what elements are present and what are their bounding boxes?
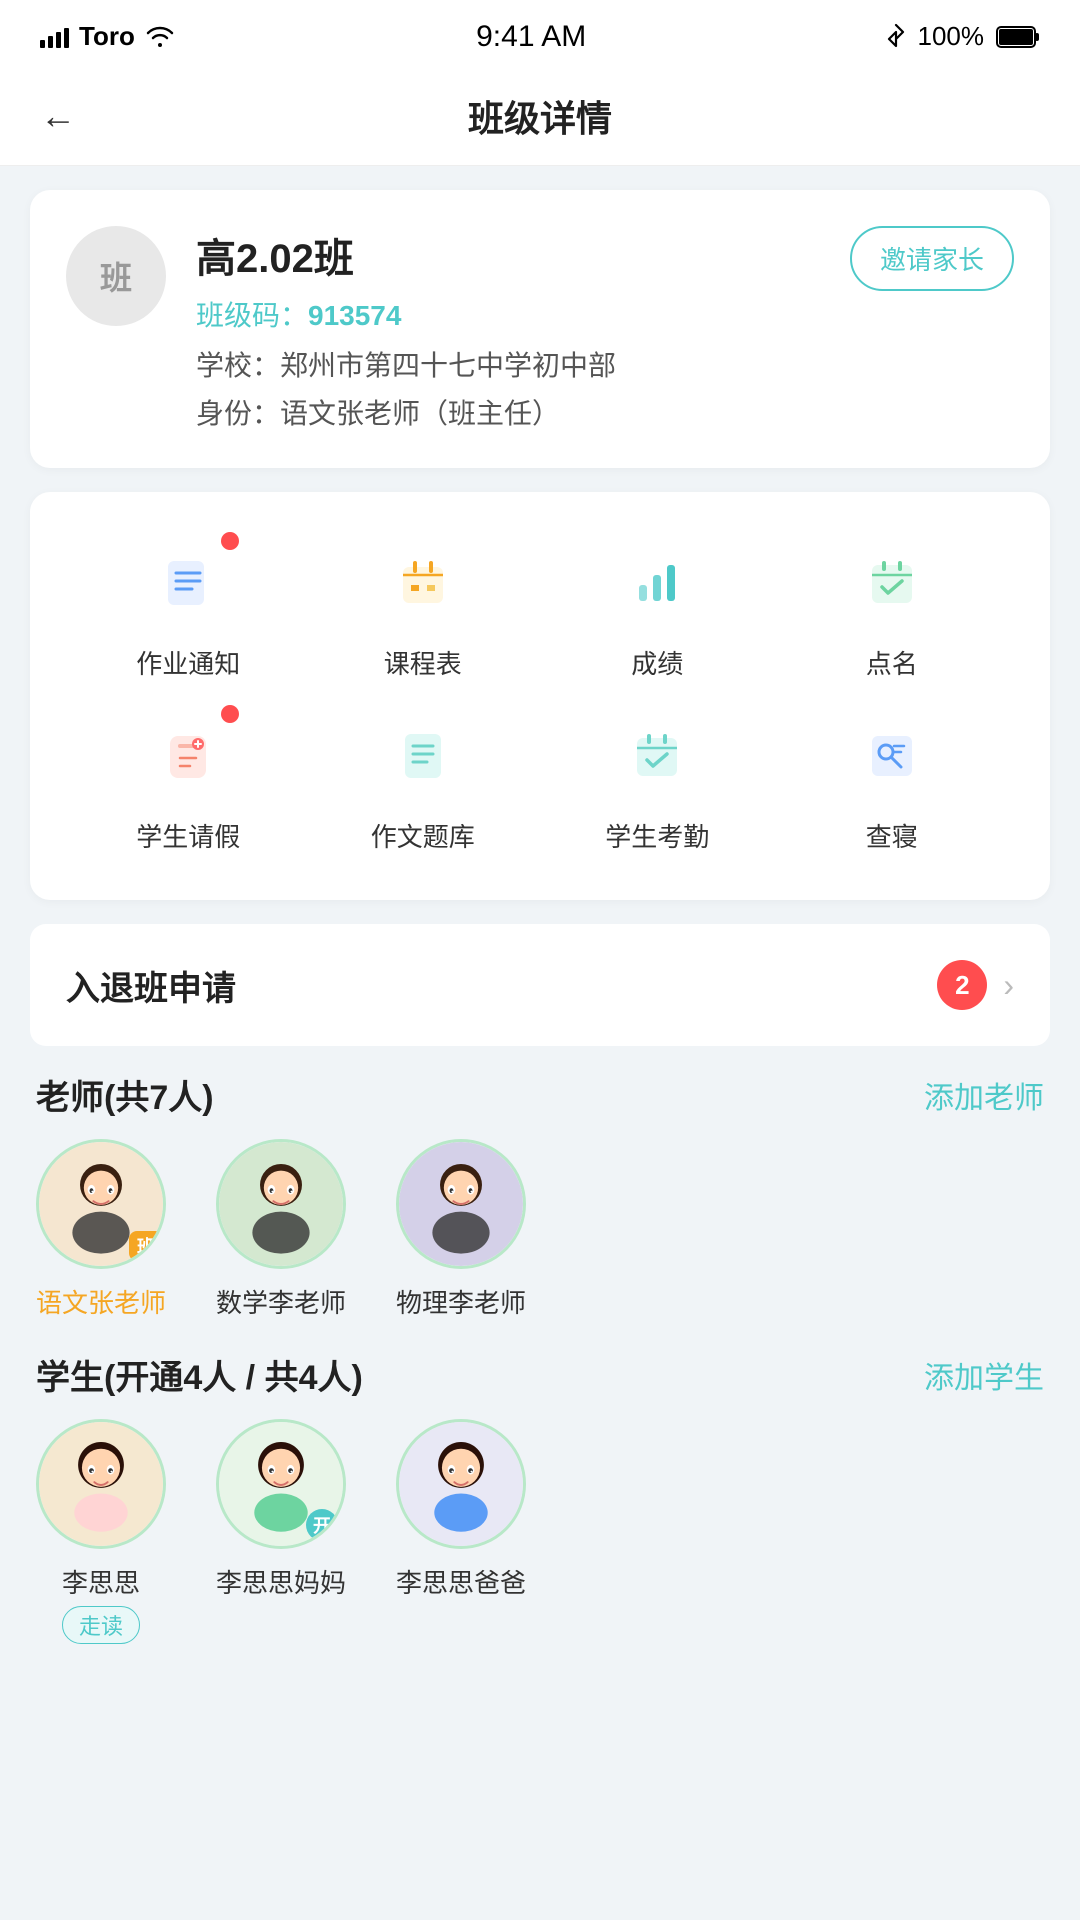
add-student-button[interactable]: 添加学生 bbox=[924, 1353, 1044, 1397]
menu-label-leave: 学生请假 bbox=[136, 817, 240, 854]
teacher-avatar-0: 班 bbox=[36, 1139, 166, 1269]
battery-icon bbox=[996, 26, 1040, 48]
battery-label: 100% bbox=[917, 21, 984, 52]
class-avatar: 班 bbox=[66, 226, 166, 326]
class-info-card: 班 高2.02班 班级码：913574 学校：郑州市第四十七中学初中部 身份：语… bbox=[30, 190, 1050, 468]
student-item-2[interactable]: 李思思爸爸 bbox=[396, 1419, 526, 1644]
menu-icon-essay bbox=[378, 711, 468, 801]
menu-badge-homework bbox=[221, 532, 239, 550]
student-label-wrap-2: 李思思爸爸 bbox=[396, 1563, 526, 1600]
menu-label-attendance: 学生考勤 bbox=[605, 817, 709, 854]
menu-icon-attendance bbox=[612, 711, 702, 801]
student-name-1: 李思思妈妈 bbox=[216, 1563, 346, 1600]
teacher-item-1[interactable]: 数学李老师 bbox=[216, 1139, 346, 1320]
menu-item-dormcheck[interactable]: 查寝 bbox=[780, 711, 1005, 854]
add-teacher-button[interactable]: 添加老师 bbox=[924, 1073, 1044, 1117]
teachers-section-header: 老师(共7人) 添加老师 bbox=[30, 1070, 1050, 1119]
status-bar: Toro 9:41 AM 100% bbox=[0, 0, 1080, 67]
admission-badge: 2 bbox=[937, 960, 987, 1010]
student-name-2: 李思思爸爸 bbox=[396, 1563, 526, 1600]
admission-title: 入退班申请 bbox=[66, 961, 236, 1010]
teacher-name-1: 数学李老师 bbox=[216, 1283, 346, 1320]
students-title: 学生(开通4人 / 共4人) bbox=[36, 1350, 363, 1399]
teacher-item-2[interactable]: 物理李老师 bbox=[396, 1139, 526, 1320]
menu-label-grades: 成绩 bbox=[631, 644, 683, 681]
menu-item-essay[interactable]: 作文题库 bbox=[311, 711, 536, 854]
menu-item-grades[interactable]: 成绩 bbox=[545, 538, 770, 681]
menu-label-essay: 作文题库 bbox=[371, 817, 475, 854]
class-code: 班级码：913574 bbox=[196, 294, 1014, 334]
menu-icon-leave bbox=[143, 711, 233, 801]
menu-grid: 作业通知 课程表 成绩 bbox=[66, 528, 1014, 864]
menu-item-attendance[interactable]: 学生考勤 bbox=[545, 711, 770, 854]
menu-label-rollcall: 点名 bbox=[866, 644, 918, 681]
student-label-wrap-0: 李思思 走读 bbox=[62, 1563, 140, 1644]
status-right: 100% bbox=[887, 21, 1040, 52]
menu-icon-schedule bbox=[378, 538, 468, 628]
menu-item-rollcall[interactable]: 点名 bbox=[780, 538, 1005, 681]
class-school: 学校：郑州市第四十七中学初中部 bbox=[196, 344, 1014, 384]
admission-section[interactable]: 入退班申请 2 › bbox=[30, 924, 1050, 1046]
teacher-name-0: 语文张老师 bbox=[36, 1283, 166, 1320]
teachers-row: 班 语文张老师 数学李老师 bbox=[30, 1139, 1050, 1320]
bluetooth-icon bbox=[887, 23, 905, 51]
menu-item-schedule[interactable]: 课程表 bbox=[311, 538, 536, 681]
menu-icon-homework bbox=[143, 538, 233, 628]
invite-parent-button[interactable]: 邀请家长 bbox=[850, 226, 1014, 291]
admission-right: 2 › bbox=[937, 960, 1014, 1010]
student-avatar-0 bbox=[36, 1419, 166, 1549]
menu-label-dormcheck: 查寝 bbox=[866, 817, 918, 854]
student-name-0: 李思思 bbox=[62, 1563, 140, 1600]
student-item-0[interactable]: 李思思 走读 bbox=[36, 1419, 166, 1644]
menu-icon-rollcall bbox=[847, 538, 937, 628]
signal-icon bbox=[40, 26, 69, 48]
teacher-badge-0: 班 bbox=[129, 1231, 163, 1261]
teacher-item-0[interactable]: 班 语文张老师 bbox=[36, 1139, 166, 1320]
teachers-title: 老师(共7人) bbox=[36, 1070, 214, 1119]
status-time: 9:41 AM bbox=[476, 20, 586, 54]
student-avatar-1: 开 bbox=[216, 1419, 346, 1549]
admission-chevron: › bbox=[1003, 967, 1014, 1004]
student-tag-0: 走读 bbox=[62, 1606, 140, 1644]
student-item-1[interactable]: 开 李思思妈妈 bbox=[216, 1419, 346, 1644]
menu-icon-dormcheck bbox=[847, 711, 937, 801]
menu-item-homework[interactable]: 作业通知 bbox=[76, 538, 301, 681]
status-left: Toro bbox=[40, 21, 175, 52]
teacher-avatar-2 bbox=[396, 1139, 526, 1269]
page-title: 班级详情 bbox=[468, 90, 612, 142]
menu-grid-card: 作业通知 课程表 成绩 bbox=[30, 492, 1050, 900]
back-button[interactable]: ← bbox=[40, 95, 76, 137]
menu-item-leave[interactable]: 学生请假 bbox=[76, 711, 301, 854]
page-header: ← 班级详情 bbox=[0, 67, 1080, 166]
class-role: 身份：语文张老师（班主任） bbox=[196, 392, 1014, 432]
menu-label-homework: 作业通知 bbox=[136, 644, 240, 681]
student-badge-1: 开 bbox=[306, 1509, 338, 1541]
student-avatar-2 bbox=[396, 1419, 526, 1549]
menu-label-schedule: 课程表 bbox=[384, 644, 462, 681]
menu-icon-grades bbox=[612, 538, 702, 628]
menu-badge-leave bbox=[221, 705, 239, 723]
students-section-header: 学生(开通4人 / 共4人) 添加学生 bbox=[30, 1350, 1050, 1399]
carrier-label: Toro bbox=[79, 21, 135, 52]
teacher-name-2: 物理李老师 bbox=[396, 1283, 526, 1320]
student-label-wrap-1: 李思思妈妈 bbox=[216, 1563, 346, 1600]
wifi-icon bbox=[145, 25, 175, 49]
teacher-avatar-1 bbox=[216, 1139, 346, 1269]
students-row: 李思思 走读 开 李思思妈妈 bbox=[30, 1419, 1050, 1644]
